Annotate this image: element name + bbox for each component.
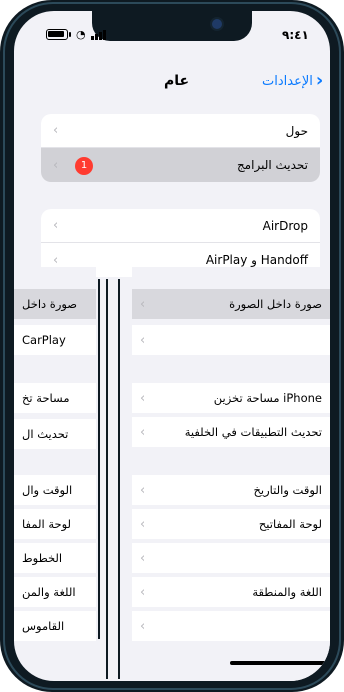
battery-icon	[46, 29, 68, 40]
list-item[interactable]: الخطوط	[14, 543, 96, 573]
list-item[interactable]: CarPlay	[14, 325, 96, 355]
list-item[interactable]: ‹ الوقت والتاريخ	[132, 475, 330, 505]
row-label: AirPlay و Handoff	[205, 253, 308, 267]
row-label: CarPlay	[22, 333, 66, 347]
chevron-left-icon: ‹	[140, 296, 146, 312]
row-label: تحديث التطبيقات في الخلفية	[184, 425, 322, 439]
signal-icon	[90, 30, 106, 40]
chevron-left-icon: ‹	[53, 157, 59, 173]
row-label: صورة داخل	[22, 297, 78, 311]
back-label: الإعدادات	[262, 73, 313, 89]
row-airdrop[interactable]: ‹ AirDrop	[41, 209, 320, 243]
chevron-left-icon: ‹	[53, 218, 59, 233]
chevron-left-icon: ‹	[140, 390, 146, 406]
chevron-left-icon: ‹	[53, 123, 59, 138]
chevron-left-icon: ‹	[53, 252, 59, 268]
list-item[interactable]: اللغة والمن	[14, 577, 96, 607]
chevron-left-icon: ‹	[140, 424, 146, 440]
glitched-panel-left: صورة داخل CarPlay مساحة تخ تحديث ال الوق…	[14, 267, 96, 641]
list-item[interactable]: ‹ مساحة تخزين iPhone	[132, 383, 330, 413]
list-item[interactable]: ‹	[132, 543, 330, 573]
back-button[interactable]: الإعدادات ›	[262, 70, 324, 91]
navigation-bar: عام الإعدادات ›	[14, 70, 330, 93]
list-item[interactable]: لوحة المفا	[14, 509, 96, 539]
chevron-left-icon: ‹	[140, 332, 146, 348]
notch	[92, 11, 252, 41]
list-item[interactable]: القاموس	[14, 611, 96, 641]
row-label: لوحة المفا	[22, 517, 72, 531]
row-label: اللغة والمن	[22, 585, 76, 599]
row-label: AirDrop	[262, 218, 308, 233]
list-item[interactable]: ‹ لوحة المفاتيح	[132, 509, 330, 539]
list-item[interactable]: ‹	[132, 325, 330, 355]
chevron-left-icon: ‹	[140, 584, 146, 600]
list-item[interactable]: ‹	[132, 611, 330, 641]
list-item[interactable]: صورة داخل	[14, 289, 96, 319]
row-software-update[interactable]: ‹ 1 تحديث البرامج	[41, 148, 320, 182]
chevron-left-icon: ‹	[140, 516, 146, 532]
row-label: صورة داخل الصورة	[229, 297, 322, 311]
row-label: الخطوط	[22, 551, 63, 565]
row-label: الوقت وال	[22, 483, 73, 497]
row-about[interactable]: ‹ حول	[41, 114, 320, 148]
list-item[interactable]: تحديث ال	[14, 419, 96, 449]
row-label: تحديث البرامج	[236, 158, 308, 172]
settings-group-1: ‹ حول ‹ 1 تحديث البرامج	[41, 114, 320, 182]
home-indicator[interactable]	[230, 661, 326, 665]
glitched-panel-right: ‹ صورة داخل الصورة ‹ ‹ مساحة تخزين iPhon…	[132, 267, 330, 681]
glitch-divider	[118, 279, 120, 679]
list-item[interactable]: ‹ اللغة والمنطقة	[132, 577, 330, 607]
front-camera-icon	[212, 19, 222, 29]
row-label: مساحة تخزين iPhone	[213, 391, 322, 405]
row-label: مساحة تخ	[22, 391, 70, 405]
screen: ٩:٤١ ◔ عام الإعدادات › ‹ حول ‹ 1 تحديث ا…	[14, 11, 330, 681]
chevron-left-icon: ‹	[140, 550, 146, 566]
list-item[interactable]: ‹ تحديث التطبيقات في الخلفية	[132, 417, 330, 447]
wifi-icon: ◔	[76, 28, 86, 41]
chevron-left-icon: ‹	[140, 482, 146, 498]
status-time: ٩:٤١	[282, 28, 309, 42]
list-item[interactable]: مساحة تخ	[14, 383, 96, 413]
chevron-right-icon: ›	[315, 70, 324, 91]
row-label: الوقت والتاريخ	[253, 483, 323, 497]
list-item[interactable]: الوقت وال	[14, 475, 96, 505]
update-badge: 1	[75, 157, 93, 175]
row-label: القاموس	[22, 619, 65, 633]
list-item[interactable]: ‹ صورة داخل الصورة	[132, 289, 330, 319]
glitch-divider	[106, 279, 108, 679]
row-label: اللغة والمنطقة	[252, 585, 322, 599]
page-title: عام	[164, 73, 190, 89]
row-label: حول	[285, 123, 308, 138]
chevron-left-icon: ‹	[140, 618, 146, 634]
row-label: تحديث ال	[22, 427, 69, 441]
row-label: لوحة المفاتيح	[258, 517, 322, 531]
status-icons: ◔	[46, 29, 106, 40]
glitch-divider	[98, 279, 100, 639]
